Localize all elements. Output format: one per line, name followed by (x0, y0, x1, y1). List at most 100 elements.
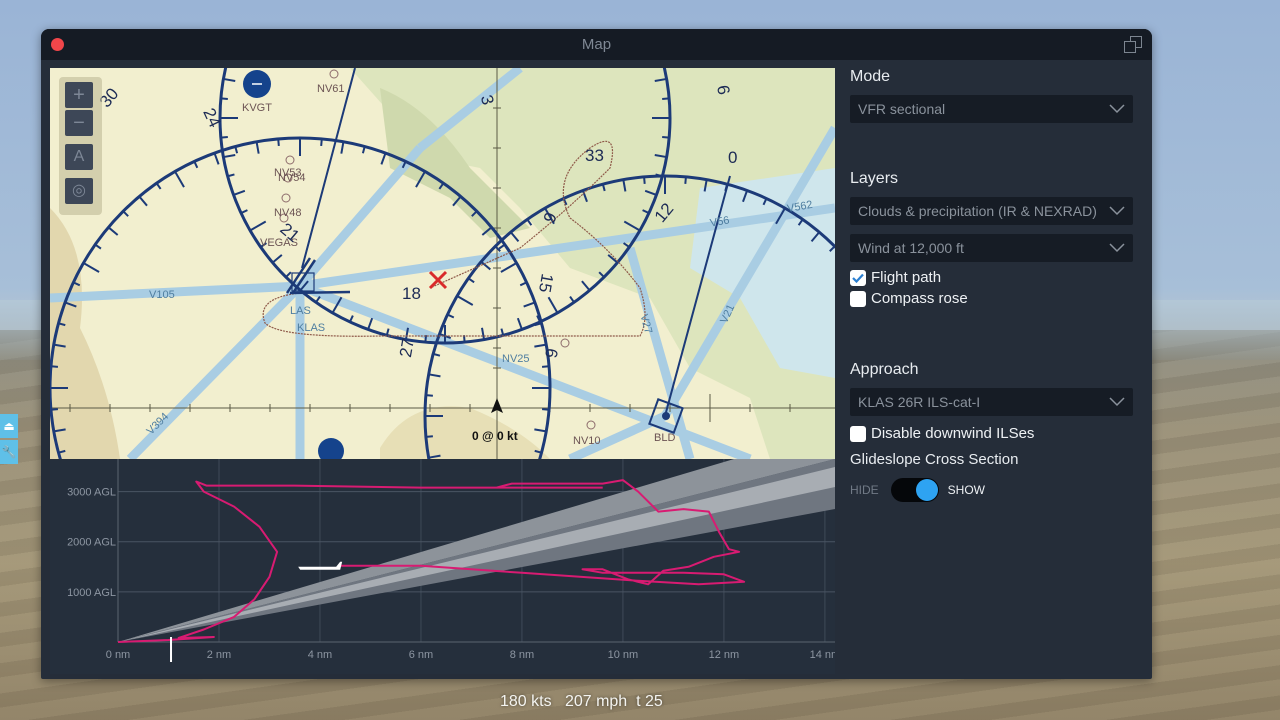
airway-label-v105: V105 (149, 289, 175, 301)
weight-icon-tab[interactable]: ⏏ (0, 414, 18, 438)
toggle-show-label: SHOW (947, 483, 986, 497)
window-title: Map (581, 36, 612, 53)
terrain-tan (380, 406, 550, 459)
henderson-airport-symbol (318, 438, 344, 459)
glideslope-toggle-row: HIDE SHOW (850, 478, 1142, 502)
zoom-out-button[interactable]: − (65, 110, 93, 136)
sectional-map[interactable]: KVGT NV61 NV53 NV54 NV48 VEGAS LAS KLAS … (50, 68, 835, 459)
compass-tick (523, 301, 536, 308)
compass-tick (498, 243, 506, 250)
layers-title: Layers (850, 170, 899, 187)
layer-select-2-value: Wind at 12,000 ft (858, 240, 964, 256)
wrench-icon-tab[interactable]: 🔧 (0, 440, 18, 464)
compass-rose-option[interactable]: Compass rose (850, 290, 1142, 307)
airway-north (296, 145, 424, 289)
airport-label-nv54: NV54 (278, 172, 306, 184)
approach-select-value: KLAS 26R ILS-cat-I (858, 394, 981, 410)
profile-chart: 0 nm 2 nm 4 nm 6 nm 8 nm 10 nm 12 nm 14 nm 1000 … (67, 459, 835, 662)
settings-panel: Mode VFR sectional Layers Clouds & preci… (850, 68, 1142, 502)
compass-tick (367, 317, 374, 330)
zoom-in-button[interactable]: + (65, 82, 93, 108)
compass-tick (581, 280, 591, 292)
rose-number-0: 0 (728, 148, 738, 167)
compass-tick (456, 295, 474, 306)
airport-label-nv10: NV10 (573, 435, 601, 447)
disable-downwind-label: Disable downwind ILSes (871, 425, 1035, 442)
compass-tick (277, 138, 280, 147)
compass-tick (320, 138, 323, 147)
compass-rose-checkbox[interactable] (850, 290, 866, 307)
mode-select-value: VFR sectional (858, 101, 946, 117)
compass-tick (516, 317, 523, 330)
y-tick-label: 3000 AGL (67, 487, 116, 499)
compass-tick (380, 152, 387, 165)
map-window: Map KVGT NV61 NV53 NV54 NV48 VEGAS LAS K… (41, 29, 1152, 679)
north-up-button[interactable]: A (65, 144, 93, 170)
chevron-down-icon (1109, 397, 1125, 407)
flight-path-label: Flight path (871, 269, 942, 286)
compass-tick (122, 210, 129, 217)
layer-select-2[interactable]: Wind at 12,000 ft (850, 234, 1133, 262)
x-tick-label: 6 nm (409, 649, 433, 661)
rose-number-27: 27 (395, 336, 418, 359)
rose-number-33: 33 (585, 146, 604, 165)
airport-label-kvgt: KVGT (242, 102, 272, 114)
compass-tick (155, 182, 162, 190)
vor-label-bld: BLD (654, 432, 676, 444)
map-canvas (50, 68, 835, 459)
x-tick-label: 8 nm (510, 649, 534, 661)
throttle-readout: t 25 (636, 693, 663, 710)
compass-tick (662, 136, 670, 139)
compass-tick (684, 176, 687, 184)
approach-select[interactable]: KLAS 26R ILS-cat-I (850, 388, 1133, 416)
airport-label-klas: KLAS (297, 322, 326, 334)
compass-tick (220, 136, 228, 139)
center-on-aircraft-button[interactable]: ◎ (65, 178, 93, 204)
compass-tick (220, 97, 228, 100)
target-icon: ◎ (72, 182, 86, 199)
compass-tick (547, 296, 559, 314)
compass-tick (425, 435, 433, 438)
glideslope-title: Glideslope Cross Section (850, 451, 1019, 468)
rose-number-18: 18 (402, 284, 421, 303)
x-tick-label: 4 nm (308, 649, 332, 661)
y-tick-label: 1000 AGL (67, 587, 116, 599)
plus-icon: + (73, 84, 85, 106)
compass-tick (467, 277, 475, 284)
x-tick-label: 10 nm (608, 649, 639, 661)
compass-tick (534, 428, 547, 433)
airport-label-las: LAS (290, 305, 311, 317)
compass-tick (223, 154, 236, 159)
flight-path-checkbox[interactable] (850, 269, 866, 286)
disable-downwind-option[interactable]: Disable downwind ILSes (850, 425, 1142, 442)
layer-select-1[interactable]: Clouds & precipitation (IR & NEXRAD) (850, 197, 1133, 225)
popout-window-icon[interactable] (1124, 36, 1142, 53)
compass-tick (285, 271, 292, 278)
compass-tick (255, 141, 260, 154)
speed-kts: 180 kts (500, 693, 552, 710)
speed-mph: 207 mph (564, 693, 628, 710)
mode-title: Mode (850, 68, 891, 85)
airway-v105-west (50, 281, 301, 303)
approach-title: Approach (850, 361, 919, 378)
x-tick-label: 0 nm (106, 649, 130, 661)
compass-tick (138, 195, 148, 207)
compass-tick (541, 408, 550, 411)
compass-tick (662, 97, 670, 100)
title-bar[interactable]: Map (41, 29, 1152, 60)
toggle-knob[interactable] (915, 479, 938, 501)
aircraft-position-marker (428, 270, 448, 290)
x-tick-label: 12 nm (709, 649, 740, 661)
close-button[interactable] (51, 38, 64, 51)
compass-tick (223, 77, 236, 82)
compass-tick (233, 189, 246, 196)
mode-select[interactable]: VFR sectional (850, 95, 1133, 123)
disable-downwind-checkbox[interactable] (850, 425, 866, 442)
flight-path-option[interactable]: Flight path (850, 269, 1142, 286)
glideslope-toggle[interactable] (890, 478, 939, 502)
terrain-brown (50, 208, 120, 459)
compass-tick (425, 394, 433, 397)
y-tick-label: 2000 AGL (67, 537, 116, 549)
compass-tick (174, 170, 185, 188)
chevron-down-icon (1109, 243, 1125, 253)
